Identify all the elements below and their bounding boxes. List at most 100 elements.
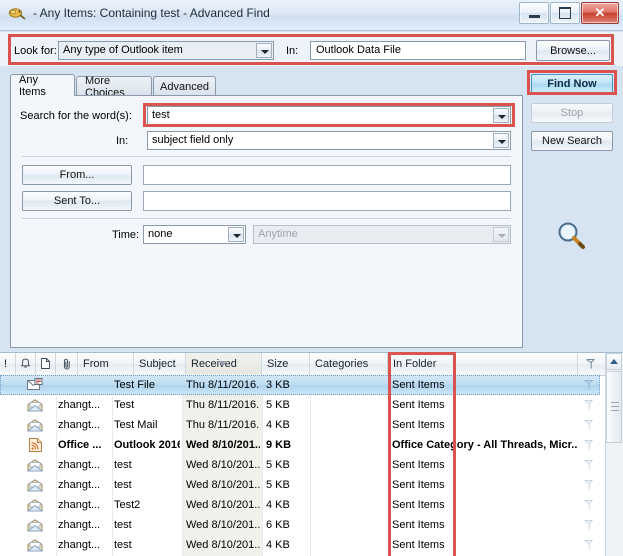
column-header-item-type[interactable] — [36, 353, 56, 374]
cell-size: 4 KB — [266, 539, 290, 551]
cell-received: Wed 8/10/201... — [186, 499, 260, 511]
tab-advanced[interactable]: Advanced — [153, 76, 216, 96]
cell-from — [58, 375, 110, 395]
cell-subject: Test Mail — [114, 419, 158, 431]
open-envelope-icon — [24, 515, 46, 535]
scrollbar-thumb[interactable] — [606, 371, 622, 443]
sent-to-input[interactable] — [143, 191, 511, 211]
cell-categories — [316, 395, 382, 415]
flag-icon[interactable] — [578, 515, 598, 535]
cell-in-folder: Sent Items — [392, 539, 445, 551]
close-button[interactable]: ✕ — [581, 2, 619, 24]
advanced-find-window: - Any Items: Containing test - Advanced … — [0, 0, 623, 556]
results-scrollbar[interactable] — [605, 353, 623, 556]
column-header-subject[interactable]: Subject — [134, 353, 186, 374]
chevron-down-icon[interactable] — [493, 108, 509, 123]
table-row[interactable]: Office ... Outlook 2016... Wed 8/10/201.… — [0, 435, 600, 455]
column-header-in-folder[interactable]: In Folder — [388, 353, 578, 374]
column-header-flag[interactable] — [580, 353, 600, 374]
cell-size: 5 KB — [266, 479, 290, 491]
cell-categories — [316, 475, 382, 495]
divider — [22, 156, 511, 157]
new-search-button[interactable]: New Search — [531, 131, 613, 151]
flag-icon[interactable] — [578, 455, 598, 475]
find-now-button[interactable]: Find Now — [531, 74, 613, 94]
from-button[interactable]: From... — [22, 165, 132, 185]
flag-icon[interactable] — [578, 495, 598, 515]
browse-button[interactable]: Browse... — [536, 40, 610, 61]
magnifier-icon — [554, 219, 588, 253]
flag-icon[interactable] — [578, 475, 598, 495]
divider — [22, 218, 511, 219]
cell-from: zhangt... — [58, 419, 101, 431]
title-bar: - Any Items: Containing test - Advanced … — [0, 0, 623, 31]
scroll-up-button[interactable] — [606, 353, 622, 370]
open-envelope-icon — [24, 475, 46, 495]
time-label: Time: — [112, 229, 140, 241]
search-words-input[interactable]: test — [147, 106, 511, 125]
chevron-up-icon — [610, 359, 618, 364]
chevron-down-icon — [493, 227, 509, 242]
mail-with-attachment-icon — [24, 375, 46, 395]
column-header-from[interactable]: From — [78, 353, 134, 374]
from-input[interactable] — [143, 165, 511, 185]
sent-to-button[interactable]: Sent To... — [22, 191, 132, 211]
tab-any-items[interactable]: Any Items — [10, 74, 75, 98]
table-row[interactable]: zhangt... test Wed 8/10/201... 6 KB Sent… — [0, 515, 600, 535]
cell-from: zhangt... — [58, 499, 101, 511]
chevron-down-icon[interactable] — [228, 227, 244, 242]
cell-received: Thu 8/11/2016... — [186, 379, 260, 391]
flag-icon[interactable] — [578, 415, 598, 435]
column-header-size[interactable]: Size — [262, 353, 310, 374]
search-scope-select[interactable]: subject field only — [147, 131, 511, 150]
flag-icon[interactable] — [578, 375, 598, 395]
flag-icon[interactable] — [578, 395, 598, 415]
column-header-categories[interactable]: Categories — [310, 353, 388, 374]
cell-size: 6 KB — [266, 519, 290, 531]
tab-more-choices[interactable]: More Choices — [76, 75, 152, 99]
sort-descending-icon — [218, 361, 228, 366]
cell-from: zhangt... — [58, 459, 101, 471]
in-folder-input[interactable]: Outlook Data File — [310, 41, 526, 60]
table-row[interactable]: zhangt... test Wed 8/10/201... 5 KB Sent… — [0, 455, 600, 475]
table-row[interactable]: zhangt... test Wed 8/10/201... 5 KB Sent… — [0, 475, 600, 495]
time-field-select[interactable]: none — [143, 225, 246, 244]
cell-in-folder: Office Category - All Threads, Micr... — [392, 439, 578, 451]
cell-size: 4 KB — [266, 499, 290, 511]
table-row[interactable]: Test File Thu 8/11/2016... 3 KB Sent Ite… — [0, 375, 600, 395]
search-words-label: Search for the word(s): — [20, 110, 132, 122]
minimize-icon — [520, 3, 548, 23]
search-words-value: test — [152, 109, 170, 121]
chevron-down-icon[interactable] — [493, 133, 509, 148]
cell-subject: test — [114, 479, 132, 491]
cell-received: Thu 8/11/2016... — [186, 399, 260, 411]
table-row[interactable]: zhangt... Test Thu 8/11/2016... 5 KB Sen… — [0, 395, 600, 415]
look-for-select[interactable]: Any type of Outlook item — [58, 41, 274, 60]
cell-size: 5 KB — [266, 459, 290, 471]
chevron-down-icon[interactable] — [256, 43, 272, 58]
flag-icon[interactable] — [578, 535, 598, 555]
column-header-attachment[interactable] — [56, 353, 78, 374]
minimize-button[interactable] — [519, 2, 549, 24]
cell-categories — [316, 455, 382, 475]
results-header-row: ! From Subject Received Size Categories … — [0, 353, 623, 376]
open-envelope-icon — [24, 535, 46, 555]
column-header-importance[interactable]: ! — [0, 353, 16, 374]
open-envelope-icon — [24, 395, 46, 415]
cell-size: 4 KB — [266, 419, 290, 431]
look-for-label: Look for: — [14, 45, 57, 57]
table-row[interactable]: zhangt... test Wed 8/10/201... 4 KB Sent… — [0, 535, 600, 555]
column-header-reminder[interactable] — [16, 353, 36, 374]
maximize-button[interactable] — [550, 2, 580, 24]
paperclip-icon — [63, 358, 70, 369]
window-controls: ✕ — [518, 2, 619, 24]
cell-subject: Test File — [114, 379, 155, 391]
document-icon — [41, 358, 50, 369]
flag-icon[interactable] — [578, 435, 598, 455]
cell-received: Thu 8/11/2016... — [186, 419, 260, 431]
table-row[interactable]: zhangt... Test2 Wed 8/10/201... 4 KB Sen… — [0, 495, 600, 515]
open-envelope-icon — [24, 455, 46, 475]
cell-in-folder: Sent Items — [392, 459, 445, 471]
table-row[interactable]: zhangt... Test Mail Thu 8/11/2016... 4 K… — [0, 415, 600, 435]
results-rows[interactable]: Test File Thu 8/11/2016... 3 KB Sent Ite… — [0, 375, 600, 556]
